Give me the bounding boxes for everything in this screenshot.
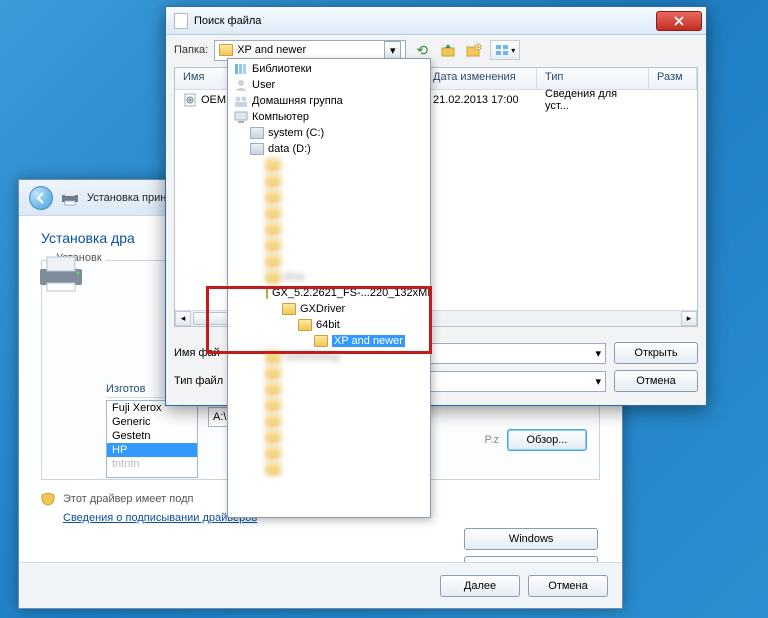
back-button[interactable] xyxy=(29,186,53,210)
scroll-right-icon[interactable]: ▸ xyxy=(681,311,697,326)
file-name: OEM xyxy=(201,94,226,106)
tree-node[interactable] xyxy=(228,173,430,189)
tree-node[interactable]: 64bit xyxy=(228,317,430,333)
browse-button[interactable]: Обзор... xyxy=(507,429,587,451)
go-back-icon[interactable]: ⟲ xyxy=(412,40,432,60)
tree-node[interactable]: GXDriver xyxy=(228,301,430,317)
printer-big-icon xyxy=(38,255,84,293)
manufacturer-list[interactable]: Fuji Xerox Generic Gestetn HP tntntn xyxy=(106,400,198,478)
list-item[interactable]: Generic xyxy=(107,415,197,429)
tree-node[interactable]: Домашняя группа xyxy=(228,93,430,109)
tree-node[interactable] xyxy=(228,397,430,413)
tree-node[interactable]: Компьютер xyxy=(228,109,430,125)
col-size[interactable]: Разм xyxy=(649,68,697,89)
list-item[interactable]: HP xyxy=(107,443,197,457)
view-menu-icon[interactable]: ▾ xyxy=(490,40,520,60)
folder-icon xyxy=(219,44,233,56)
tree-node[interactable]: Библиотеки xyxy=(228,61,430,77)
tree-node[interactable] xyxy=(228,365,430,381)
tree-node[interactable] xyxy=(228,221,430,237)
tree-node[interactable] xyxy=(228,413,430,429)
tree-node[interactable] xyxy=(228,237,430,253)
document-icon xyxy=(174,13,188,29)
tree-node[interactable]: diva xyxy=(228,269,430,285)
dialog-cancel-button[interactable]: Отмена xyxy=(614,370,698,392)
filetype-label: Тип файл xyxy=(174,375,234,387)
wizard-footer: Далее Отмена xyxy=(19,562,622,608)
cancel-button[interactable]: Отмена xyxy=(528,575,608,597)
printer-icon xyxy=(61,190,79,206)
dialog-title: Поиск файла xyxy=(194,15,261,27)
tree-node[interactable]: XP and newer xyxy=(228,333,430,349)
new-folder-icon[interactable] xyxy=(464,40,484,60)
next-button[interactable]: Далее xyxy=(440,575,520,597)
chevron-down-icon: ▾ xyxy=(595,347,601,360)
dialog-titlebar[interactable]: Поиск файла xyxy=(166,7,706,35)
file-date: 21.02.2013 17:00 xyxy=(425,92,537,108)
tree-node[interactable] xyxy=(228,253,430,269)
open-button[interactable]: Открыть xyxy=(614,342,698,364)
tree-node[interactable]: GX_5.2.2621_FS-...220_132xMFP xyxy=(228,285,430,301)
tree-node[interactable] xyxy=(228,429,430,445)
up-folder-icon[interactable] xyxy=(438,40,458,60)
tree-node[interactable]: system (C:) xyxy=(228,125,430,141)
list-item[interactable]: tntntn xyxy=(107,457,197,471)
tree-node[interactable]: User xyxy=(228,77,430,93)
col-date[interactable]: Дата изменения xyxy=(425,68,537,89)
list-item[interactable]: Gestetn xyxy=(107,429,197,443)
copy-source-value: A:\ xyxy=(213,411,226,423)
shield-icon xyxy=(41,492,55,506)
close-button[interactable] xyxy=(656,11,702,31)
filename-label: Имя фай xyxy=(174,347,234,359)
chevron-down-icon[interactable]: ▾ xyxy=(384,41,401,60)
tree-node[interactable] xyxy=(228,189,430,205)
folder-combo-value: XP and newer xyxy=(237,44,306,56)
tree-node[interactable] xyxy=(228,381,430,397)
file-type: Сведения для уст... xyxy=(537,86,649,114)
windows-update-button[interactable]: Windows xyxy=(464,528,598,550)
tree-node[interactable]: data (D:) xyxy=(228,141,430,157)
tree-node[interactable] xyxy=(228,461,430,477)
folder-label: Папка: xyxy=(174,44,208,56)
tree-node[interactable] xyxy=(228,205,430,221)
inf-file-icon xyxy=(183,93,197,107)
folder-tree-dropdown[interactable]: БиблиотекиUserДомашняя группаКомпьютерsy… xyxy=(227,58,431,518)
tree-node[interactable] xyxy=(228,157,430,173)
signing-note: Этот драйвер имеет подп xyxy=(63,493,193,505)
tree-node[interactable] xyxy=(228,445,430,461)
wizard-title: Установка прин xyxy=(87,192,166,204)
scroll-left-icon[interactable]: ◂ xyxy=(175,311,191,326)
tree-node[interactable]: SoftDSetup xyxy=(228,349,430,365)
chevron-down-icon: ▾ xyxy=(595,375,601,388)
pz-hint: P.z xyxy=(485,434,499,446)
